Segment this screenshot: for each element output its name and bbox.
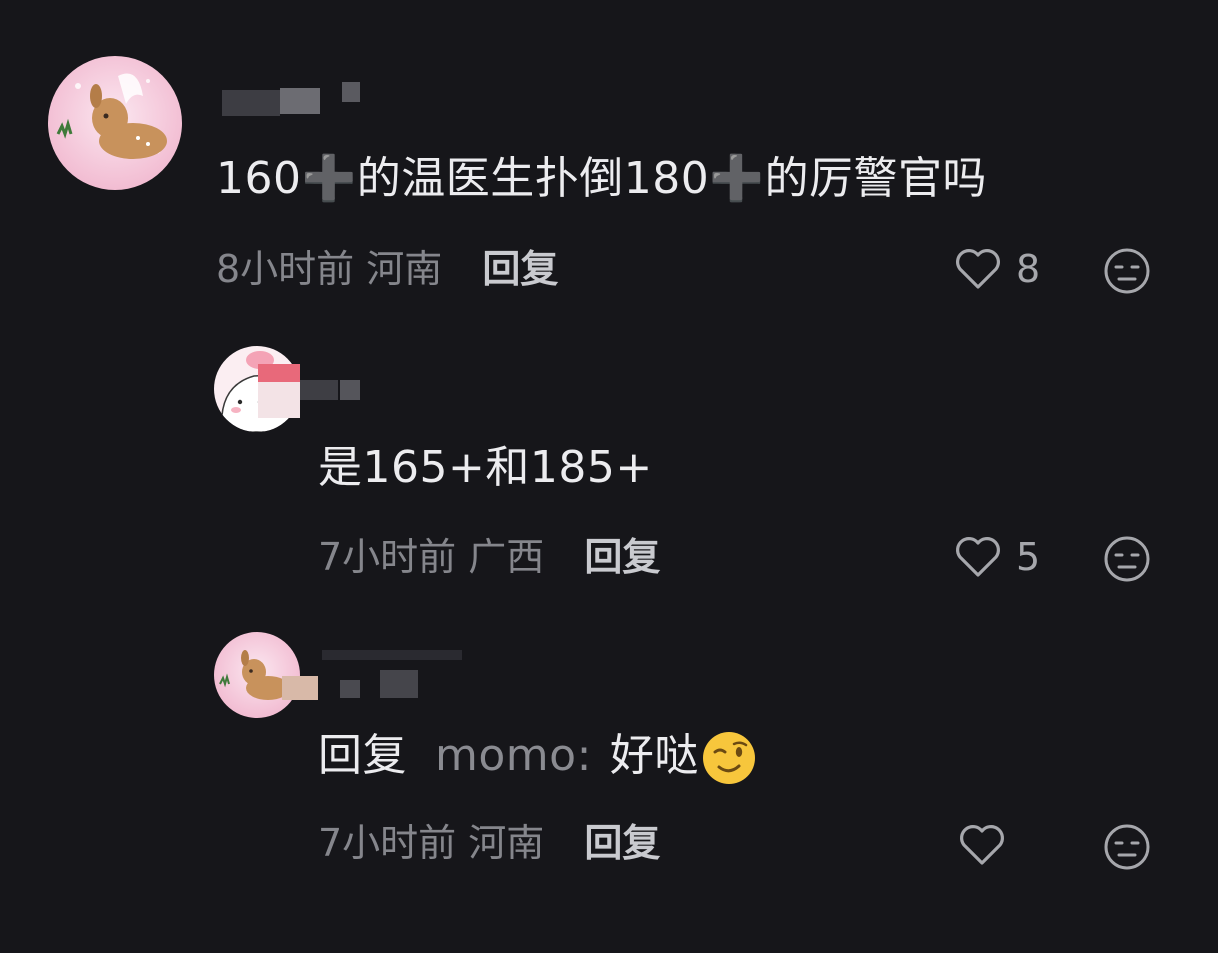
plus-emoji: ➕ [301, 153, 357, 204]
username-redacted [340, 380, 360, 400]
timestamp: 7小时前 [318, 535, 457, 579]
comment-text: 回复 momo: 好哒 [318, 728, 757, 786]
timestamp: 7小时前 [318, 821, 457, 865]
location: 河南 [366, 247, 443, 291]
wink-emoji [701, 730, 757, 786]
location: 广西 [468, 535, 545, 579]
username-redacted [340, 680, 360, 698]
heart-outline-icon [956, 537, 1000, 577]
reply-prefix: 回复 [318, 730, 407, 781]
username-redacted [222, 90, 280, 116]
mention-username[interactable]: momo [435, 730, 577, 781]
comment-text: 160➕的温医生扑倒180➕的厉警官吗 [216, 153, 988, 204]
neutral-face-icon [1104, 536, 1150, 582]
dislike-button[interactable] [1102, 822, 1152, 872]
dislike-button[interactable] [1102, 534, 1152, 584]
comment-text: 是165+和185+ [318, 442, 653, 493]
username-redacted [322, 650, 462, 660]
like-button[interactable]: 5 [954, 532, 1040, 582]
reply-button[interactable]: 回复 [482, 247, 558, 291]
comment-meta: 7小时前 广西 回复 [318, 532, 660, 582]
reply-item: 是165+和185+ 7小时前 广西 回复 5 [0, 320, 1218, 610]
heart-outline-icon [956, 249, 1000, 289]
dislike-button[interactable] [1102, 246, 1152, 296]
like-button[interactable] [958, 820, 1020, 870]
like-count: 5 [1016, 535, 1041, 579]
like-count: 8 [1016, 247, 1041, 291]
reply-item: 回复 momo: 好哒 7小时前 河南 回复 [0, 610, 1218, 953]
neutral-face-icon [1104, 824, 1150, 870]
like-button[interactable]: 8 [954, 244, 1040, 294]
avatar[interactable] [48, 56, 182, 190]
username-redacted [342, 82, 360, 102]
avatar[interactable] [214, 632, 300, 718]
timestamp: 8小时前 [216, 247, 355, 291]
username-redacted [258, 382, 300, 418]
comment-meta: 8小时前 河南 回复 [216, 244, 558, 294]
location: 河南 [468, 821, 545, 865]
username-redacted [300, 380, 338, 400]
neutral-face-icon [1104, 248, 1150, 294]
username-redacted [280, 88, 320, 114]
comment-meta: 7小时前 河南 回复 [318, 818, 660, 868]
separator: : [576, 730, 592, 781]
username-redacted [258, 364, 300, 382]
reply-button[interactable]: 回复 [584, 535, 660, 579]
username-redacted [282, 676, 318, 700]
reply-button[interactable]: 回复 [584, 821, 660, 865]
heart-outline-icon [960, 825, 1004, 865]
plus-emoji: ➕ [709, 153, 765, 204]
comment-item: 160➕的温医生扑倒180➕的厉警官吗 8小时前 河南 回复 8 [0, 0, 1218, 320]
username-redacted [380, 670, 418, 698]
